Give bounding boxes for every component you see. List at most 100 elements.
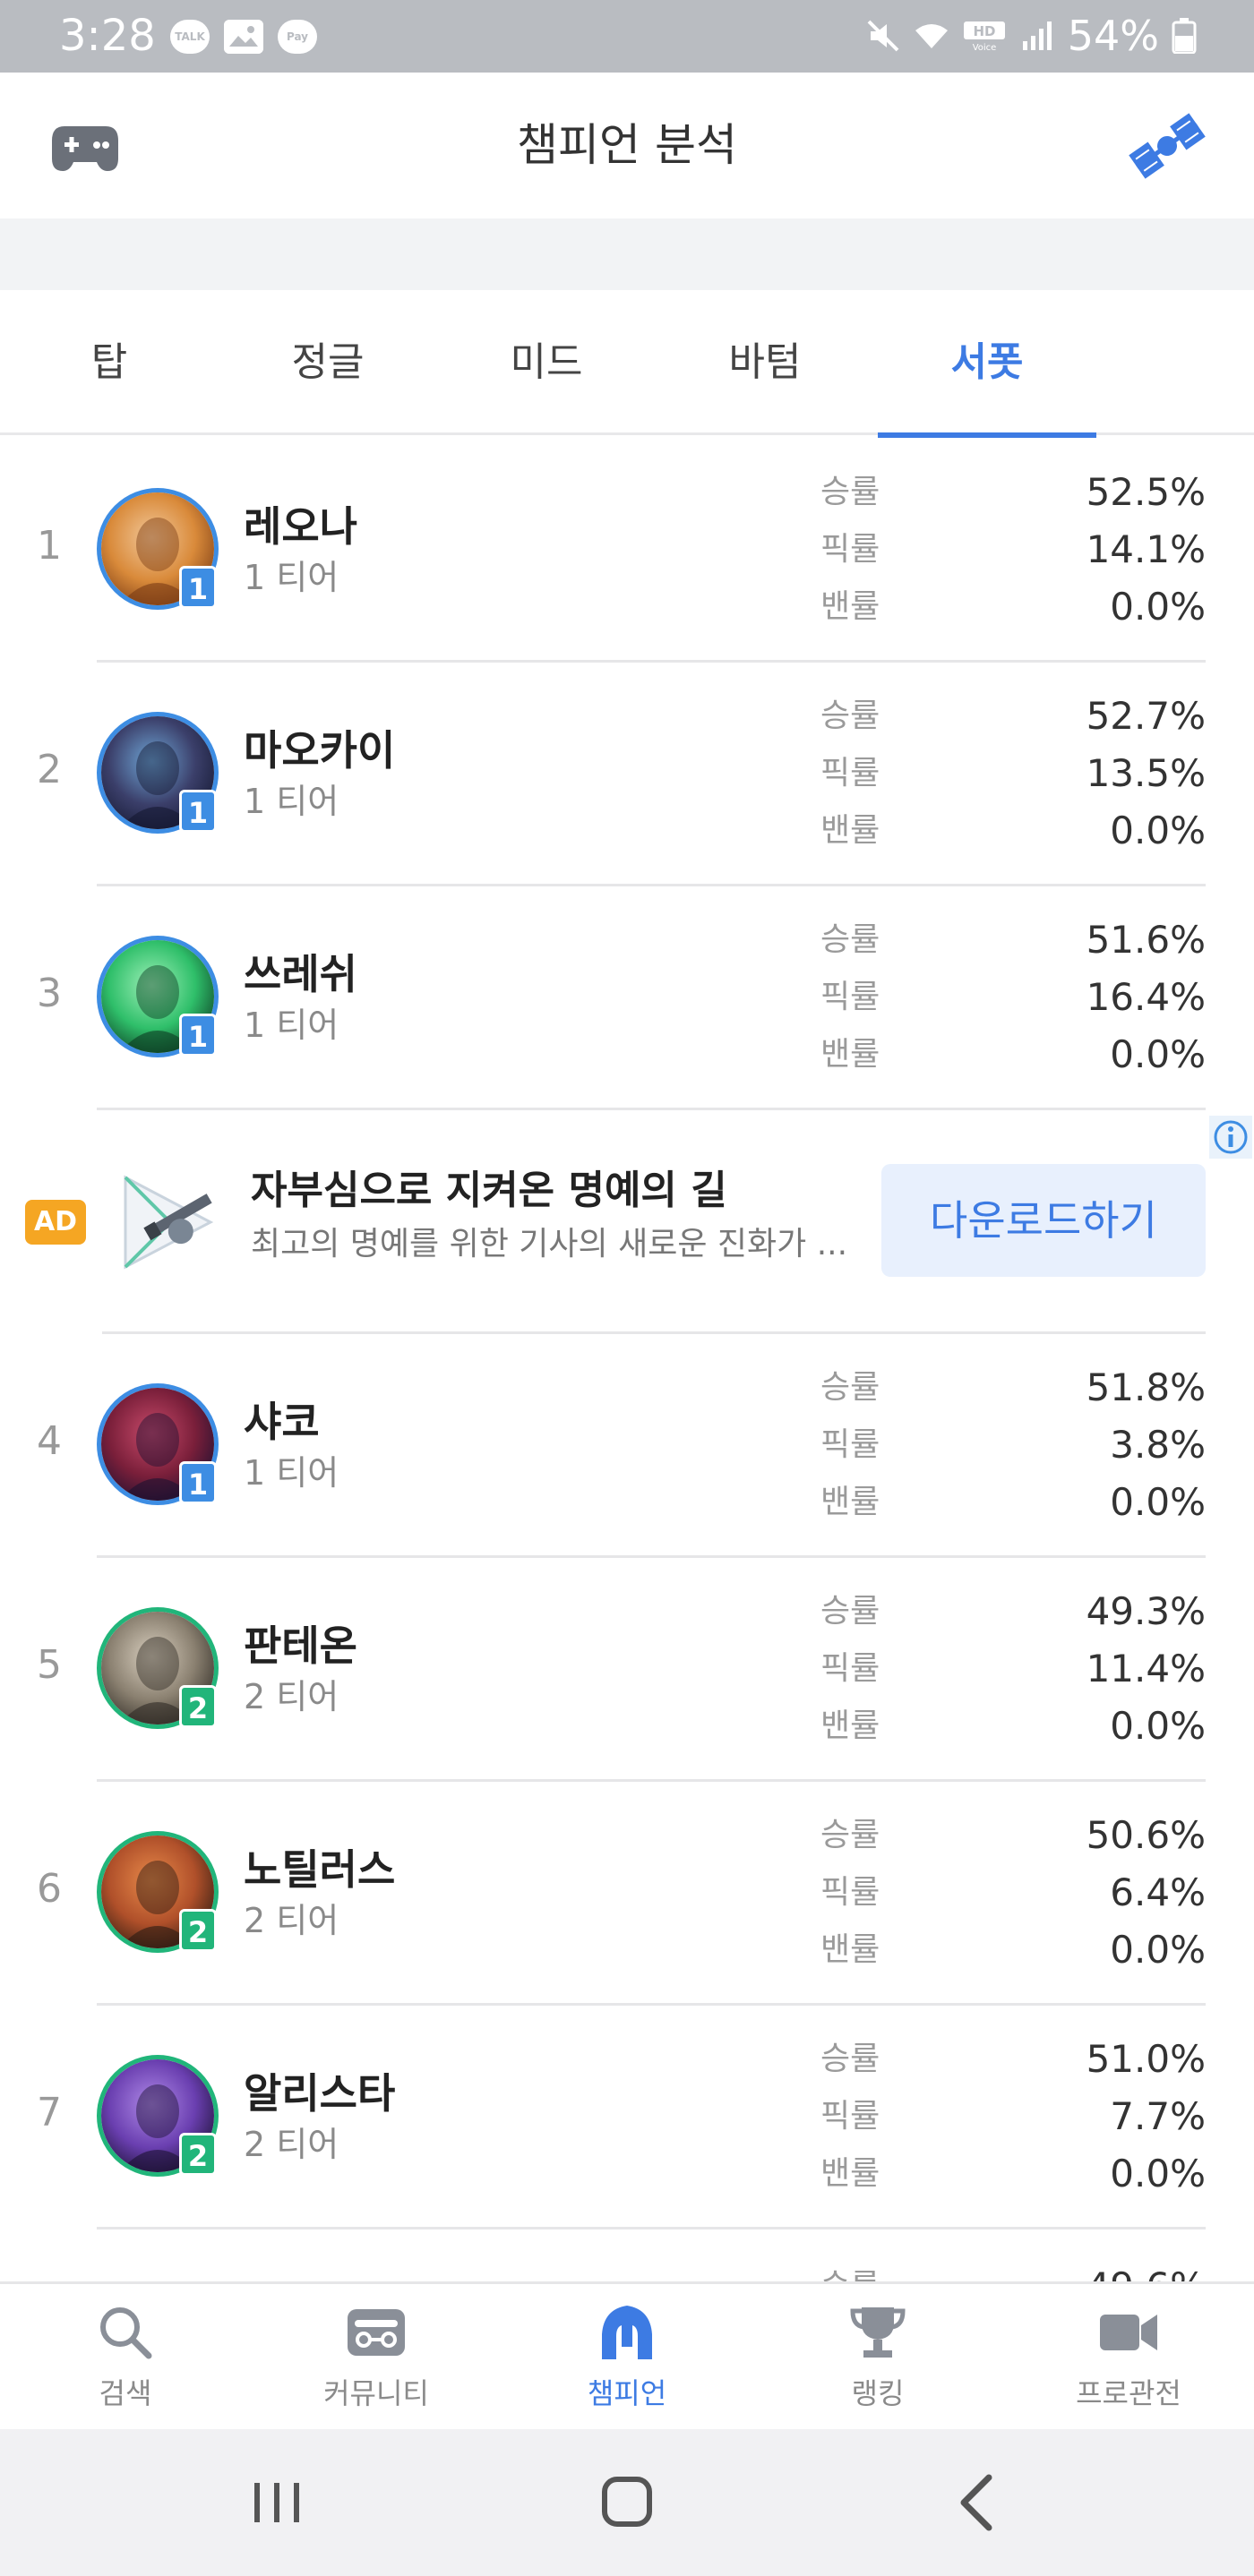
pick-rate-label: 픽률: [820, 755, 880, 792]
champion-row[interactable]: 5 2 판테온 2 티어 승률 49.3% 픽률 11.4% 밴률 0.0%: [0, 1558, 1254, 1782]
win-rate-label: 승률: [820, 1593, 880, 1630]
home-icon[interactable]: [587, 2465, 667, 2540]
champion-stats: 승률 51.6% 픽률 16.4% 밴률 0.0%: [820, 911, 1206, 1083]
champion-row[interactable]: 7 2 알리스타 2 티어 승률 51.0% 픽률 7.7% 밴률 0.0%: [0, 2006, 1254, 2229]
ban-rate-stat: 밴률 0.0%: [820, 1026, 1206, 1083]
champion-row[interactable]: 3 1 쓰레쉬 1 티어 승률 51.6% 픽률 16.4% 밴률 0.0%: [0, 886, 1254, 1110]
ban-rate-stat: 밴률 0.0%: [820, 2145, 1206, 2203]
video-camera-icon: [1100, 2315, 1157, 2350]
play-store-icon: [124, 1175, 214, 1270]
battery-icon: [1172, 18, 1197, 54]
ban-rate-label: 밴률: [820, 1484, 880, 1520]
signal-icon: [1022, 21, 1052, 50]
ban-rate-label: 밴률: [820, 1931, 880, 1968]
nav-champion[interactable]: 챔피언: [502, 2284, 752, 2432]
win-rate-label: 승률: [820, 1369, 880, 1406]
ban-rate-stat: 밴률 0.0%: [820, 802, 1206, 860]
pick-rate-stat: 픽률 13.5%: [820, 745, 1206, 802]
champion-name: 알리스타: [244, 2069, 396, 2118]
champion-tier: 1 티어: [244, 1453, 339, 1493]
pick-rate-stat: 픽률 16.4%: [820, 969, 1206, 1026]
tier-badge: 1: [179, 790, 217, 833]
win-rate-stat: 승률 52.7%: [820, 688, 1206, 745]
pick-rate-stat: 픽률 6.4%: [820, 1864, 1206, 1921]
nav-community[interactable]: 커뮤니티: [251, 2284, 502, 2432]
hd-voice-icon: HD Voice: [963, 21, 1005, 53]
svg-text:HD: HD: [973, 23, 995, 39]
nav-ranking[interactable]: 랭킹: [752, 2284, 1003, 2432]
nav-community-label: 커뮤니티: [323, 2376, 429, 2410]
notification-icons: TALK Pay: [170, 20, 317, 54]
satellite-icon[interactable]: [1127, 112, 1207, 180]
champion-row[interactable]: 4 1 샤코 1 티어 승률 51.8% 픽률 3.8% 밴률 0.0%: [0, 1334, 1254, 1558]
system-nav-bar: [0, 2429, 1254, 2576]
champion-name: 노틸러스: [244, 1845, 396, 1894]
rank-number: 1: [37, 523, 62, 569]
ban-rate-label: 밴률: [820, 812, 880, 849]
ad-tag: AD: [25, 1200, 86, 1245]
pick-rate-label: 픽률: [820, 1650, 880, 1687]
status-time: 3:28: [59, 11, 156, 61]
mute-icon: [867, 20, 899, 52]
search-icon: [100, 2307, 152, 2359]
download-button[interactable]: 다운로드하기: [881, 1164, 1206, 1277]
header-spacer: [0, 218, 1254, 290]
ban-rate-label: 밴률: [820, 1036, 880, 1073]
champion-name: 레오나: [244, 502, 357, 551]
tier-badge: 1: [179, 1461, 217, 1504]
tab-jungle[interactable]: 정글: [219, 290, 437, 435]
champion-stats: 승률 51.8% 픽률 3.8% 밴률 0.0%: [820, 1359, 1206, 1531]
pick-rate-label: 픽률: [820, 1426, 880, 1463]
tab-mid[interactable]: 미드: [437, 290, 656, 435]
champion-row[interactable]: 6 2 노틸러스 2 티어 승률 50.6% 픽률 6.4% 밴률 0.0%: [0, 1782, 1254, 2006]
champion-stats: 승률 49.3% 픽률 11.4% 밴률 0.0%: [820, 1583, 1206, 1755]
pay-notification-icon: Pay: [278, 20, 317, 54]
rank-number: 7: [37, 2090, 62, 2135]
ad-title: 자부심으로 지켜온 명예의 길: [251, 1168, 727, 1213]
pick-rate-label: 픽률: [820, 1874, 880, 1911]
champion-stats: 승률 52.5% 픽률 14.1% 밴률 0.0%: [820, 464, 1206, 636]
ban-rate-value: 0.0%: [1110, 585, 1206, 629]
ban-rate-label: 밴률: [820, 1707, 880, 1744]
win-rate-label: 승률: [820, 697, 880, 734]
app-header: 챔피언 분석: [0, 73, 1254, 218]
win-rate-value: 52.7%: [1086, 694, 1206, 738]
champion-stats: 승률 52.7% 픽률 13.5% 밴률 0.0%: [820, 688, 1206, 860]
nav-pro-watch[interactable]: 프로관전: [1003, 2284, 1254, 2432]
nav-search[interactable]: 검색: [0, 2284, 251, 2432]
talk-notification-icon: TALK: [170, 20, 210, 54]
tab-top[interactable]: 탑: [0, 290, 219, 435]
win-rate-value: 50.6%: [1086, 1813, 1206, 1857]
next-row-peek: 승률 49.6%: [0, 2229, 1254, 2283]
ban-rate-value: 0.0%: [1110, 1032, 1206, 1076]
info-icon[interactable]: [1209, 1116, 1252, 1159]
community-icon: [348, 2309, 405, 2356]
tier-badge: 1: [179, 1014, 217, 1057]
champion-row[interactable]: 2 1 마오카이 1 티어 승률 52.7% 픽률 13.5% 밴률 0.0%: [0, 663, 1254, 886]
tab-bottom[interactable]: 바텀: [656, 290, 874, 435]
ban-rate-value: 0.0%: [1110, 2152, 1206, 2195]
tier-badge: 1: [179, 566, 217, 609]
tab-support[interactable]: 서폿: [878, 290, 1096, 438]
rank-number: 6: [37, 1866, 62, 1912]
peek-win-label: 승률: [820, 2258, 880, 2283]
pick-rate-value: 3.8%: [1110, 1423, 1206, 1467]
pick-rate-label: 픽률: [820, 2098, 880, 2135]
ban-rate-value: 0.0%: [1110, 1704, 1206, 1748]
ban-rate-value: 0.0%: [1110, 1928, 1206, 1972]
champion-stats: 승률 50.6% 픽률 6.4% 밴률 0.0%: [820, 1807, 1206, 1979]
win-rate-label: 승률: [820, 2041, 880, 2077]
champion-tier: 2 티어: [244, 1677, 339, 1716]
peek-win-value: 49.6%: [1087, 2258, 1206, 2283]
rank-number: 2: [37, 747, 62, 792]
trophy-icon: [850, 2307, 906, 2358]
wifi-icon: [915, 24, 948, 48]
win-rate-stat: 승률 49.3%: [820, 1583, 1206, 1640]
pick-rate-stat: 픽률 3.8%: [820, 1416, 1206, 1474]
ad-banner[interactable]: AD 자부심으로 지켜온 명예의 길 최고의 명예를 위한 기사의 새로운 진화…: [0, 1110, 1254, 1334]
win-rate-stat: 승률 50.6%: [820, 1807, 1206, 1864]
recents-icon[interactable]: [236, 2465, 317, 2540]
champion-row[interactable]: 1 1 레오나 1 티어 승률 52.5% 픽률 14.1% 밴률 0.0%: [0, 439, 1254, 663]
status-right: HD Voice 54%: [865, 9, 1197, 63]
back-icon[interactable]: [937, 2465, 1018, 2540]
